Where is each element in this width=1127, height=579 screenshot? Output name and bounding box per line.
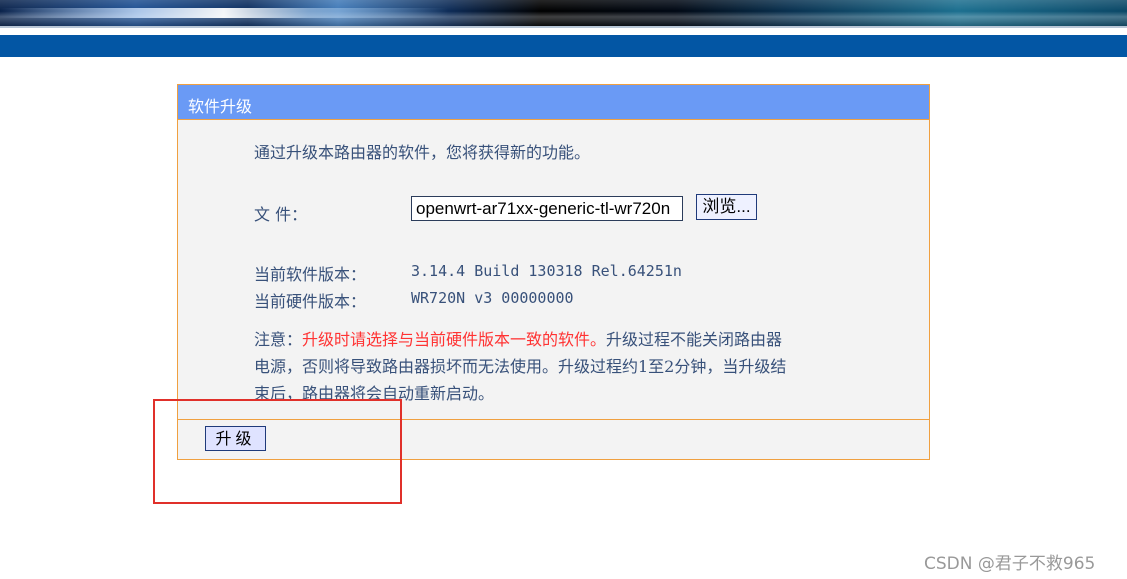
panel-header: 软件升级	[178, 85, 929, 120]
notice-line-1: 注意：升级时请选择与当前硬件版本一致的软件。升级过程不能关闭路由器	[254, 326, 782, 350]
banner-divider	[0, 26, 1127, 28]
top-nav-bar	[0, 35, 1127, 57]
intro-text: 通过升级本路由器的软件，您将获得新的功能。	[254, 143, 591, 162]
notice-continuation: 升级过程不能关闭路由器	[606, 330, 783, 349]
current-software-label: 当前软件版本：	[254, 265, 367, 284]
file-path-input[interactable]: openwrt-ar71xx-generic-tl-wr720n	[411, 196, 683, 221]
notice-line-2: 电源，否则将导致路由器损坏而无法使用。升级过程约1至2分钟，当升级结	[254, 357, 787, 376]
browse-button[interactable]: 浏览...	[696, 194, 757, 220]
annotation-highlight-box	[153, 399, 402, 504]
notice-warning: 升级时请选择与当前硬件版本一致的软件。	[302, 330, 607, 349]
current-hardware-label: 当前硬件版本：	[254, 292, 367, 311]
notice-prefix: 注意：	[254, 330, 303, 349]
current-hardware-value: WR720N v3 00000000	[411, 289, 574, 307]
file-label: 文 件：	[254, 205, 308, 224]
panel-title: 软件升级	[188, 97, 253, 116]
watermark: CSDN @君子不救965	[924, 554, 1096, 574]
current-software-value: 3.14.4 Build 130318 Rel.64251n	[411, 262, 682, 280]
banner-streak	[0, 8, 560, 18]
top-banner	[0, 0, 1127, 28]
